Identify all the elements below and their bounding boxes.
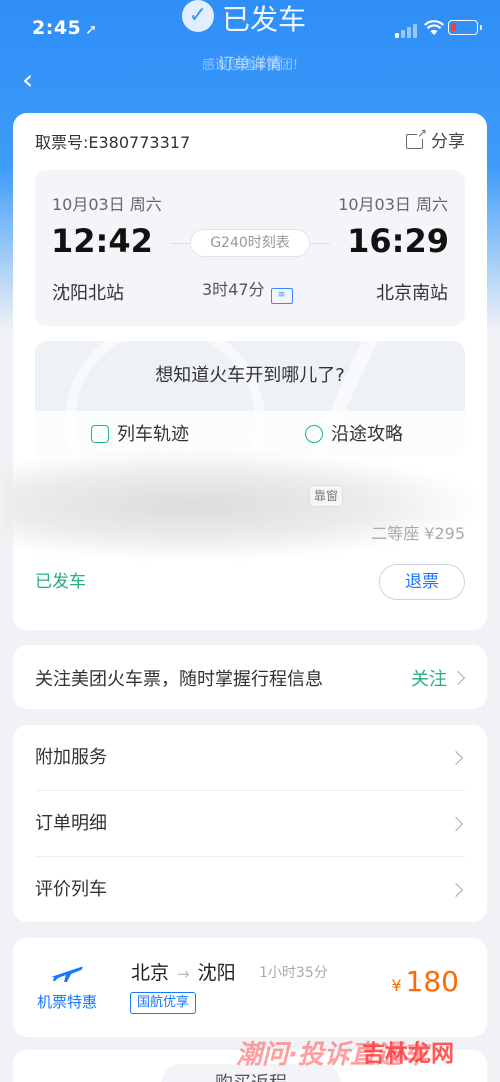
follow-text: 关注美团火车票，随时掌握行程信息 (35, 669, 323, 690)
arrival-time: 16:29 (347, 222, 449, 260)
flight-price: ¥180 (391, 965, 459, 998)
train-map: 想知道火车开到哪儿了? 列车轨迹 沿途攻略 (35, 341, 465, 456)
share-label: 分享 (431, 132, 465, 152)
menu-item-order-details[interactable]: 订单明细 (35, 791, 465, 857)
share-button[interactable]: 分享 (406, 127, 465, 152)
compass-icon (305, 425, 323, 443)
ticket-number: 取票号:E380773317 (35, 133, 191, 152)
chevron-right-icon (450, 670, 466, 686)
menu-item-label: 评价列车 (35, 879, 107, 900)
price-value: 180 (405, 965, 459, 998)
arrival-date: 10月03日 周六 (338, 195, 448, 214)
price-currency: ¥ (391, 976, 402, 995)
passenger-card-icon[interactable]: ≡ (270, 288, 293, 304)
flight-route: 北京 → 沈阳 (131, 958, 236, 985)
back-button[interactable]: ‹ (22, 62, 52, 98)
divider (170, 243, 190, 244)
share-icon (406, 127, 427, 149)
train-track-button[interactable]: 列车轨迹 (91, 420, 189, 446)
menu-item-label: 订单明细 (35, 813, 107, 834)
departure-date: 10月03日 周六 (52, 195, 162, 214)
divider (310, 243, 330, 244)
track-icon (91, 425, 109, 443)
check-circle-icon: ✓ (182, 0, 214, 32)
page-header: ✓ 已发车 (0, 0, 500, 40)
order-card: 取票号:E380773317 分享 10月03日 周六 10月03日 周六 12… (3, 113, 487, 630)
menu-item-addon-services[interactable]: 附加服务 (35, 725, 465, 791)
follow-card[interactable]: 关注美团火车票，随时掌握行程信息 关注 (13, 645, 487, 709)
refund-button[interactable]: 退票 (379, 564, 465, 600)
order-state: 已发车 (35, 572, 86, 592)
travel-guide-button[interactable]: 沿途攻略 (305, 420, 403, 446)
airplane-icon (51, 966, 83, 982)
arrival-station: 北京南站 (376, 283, 448, 304)
arrow-right-icon: → (177, 965, 190, 983)
follow-button[interactable]: 关注 (411, 665, 447, 691)
watermark-right: 吉林龙网 (362, 1041, 454, 1067)
train-schedule-button[interactable]: G240时刻表 (190, 229, 310, 257)
map-question: 想知道火车开到哪儿了? (155, 365, 345, 386)
chevron-left-icon: ‹ (22, 63, 34, 96)
departure-time: 12:42 (51, 222, 153, 260)
flight-duration: 1小时35分 (259, 965, 328, 981)
route-to: 沈阳 (197, 962, 236, 984)
seat-tag: 靠窗 (309, 485, 343, 507)
trip-duration: 3时47分 ≡ (202, 276, 293, 304)
departure-station: 沈阳北站 (52, 283, 124, 304)
airline-badge: 国航优享 (130, 992, 197, 1014)
flight-deal-label: 机票特惠 (37, 993, 98, 1011)
route-from: 北京 (131, 962, 170, 984)
travel-guide-label: 沿途攻略 (331, 424, 403, 445)
page-subtitle: 订单详情 (217, 54, 282, 73)
train-track-label: 列车轨迹 (117, 424, 189, 445)
menu-card: 附加服务 订单明细 评价列车 (13, 725, 487, 922)
flight-deal-card[interactable]: 机票特惠 北京 → 沈阳 1小时35分 国航优享 ¥180 (13, 938, 487, 1037)
menu-item-rate-train[interactable]: 评价列车 (35, 857, 465, 923)
menu-item-label: 附加服务 (35, 747, 107, 768)
seat-info: 二等座 ¥295 (371, 524, 465, 543)
page-title: 已发车 (222, 3, 307, 36)
duration-text: 3时47分 (202, 280, 265, 299)
trip-info: 10月03日 周六 10月03日 周六 12:42 16:29 G240时刻表 … (35, 170, 465, 326)
